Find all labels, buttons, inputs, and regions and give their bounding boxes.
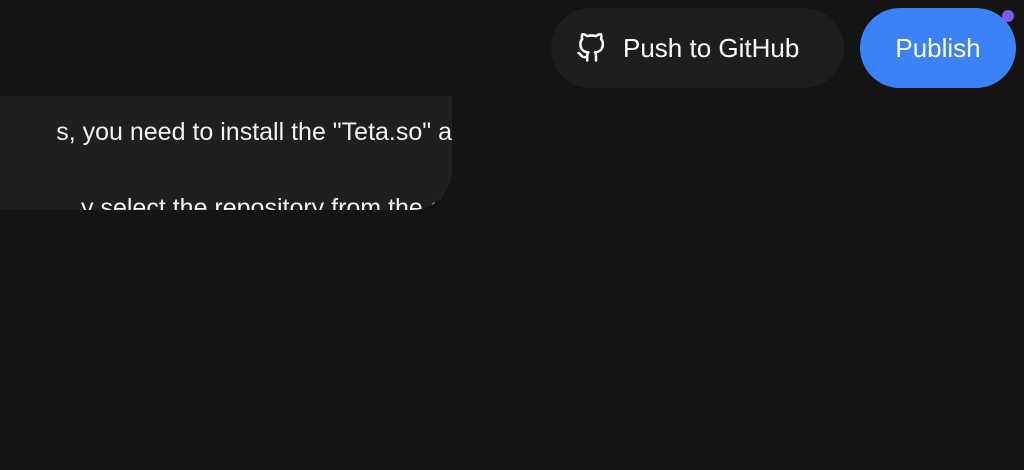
publish-button[interactable]: Publish bbox=[860, 8, 1016, 88]
header-actions: Push to GitHub Publish bbox=[551, 8, 1016, 88]
message-card: s, you need to install the "Teta.so" a y… bbox=[0, 96, 452, 210]
notification-dot bbox=[1002, 10, 1014, 22]
push-to-github-label: Push to GitHub bbox=[623, 32, 800, 63]
github-icon bbox=[575, 32, 607, 64]
page: Push to GitHub Publish s, you need to in… bbox=[0, 0, 1024, 470]
message-line-1: s, you need to install the "Teta.so" a bbox=[56, 118, 452, 146]
message-line-2: y select the repository from the dr bbox=[81, 194, 452, 210]
push-to-github-button[interactable]: Push to GitHub bbox=[551, 8, 844, 88]
publish-label: Publish bbox=[895, 32, 981, 63]
